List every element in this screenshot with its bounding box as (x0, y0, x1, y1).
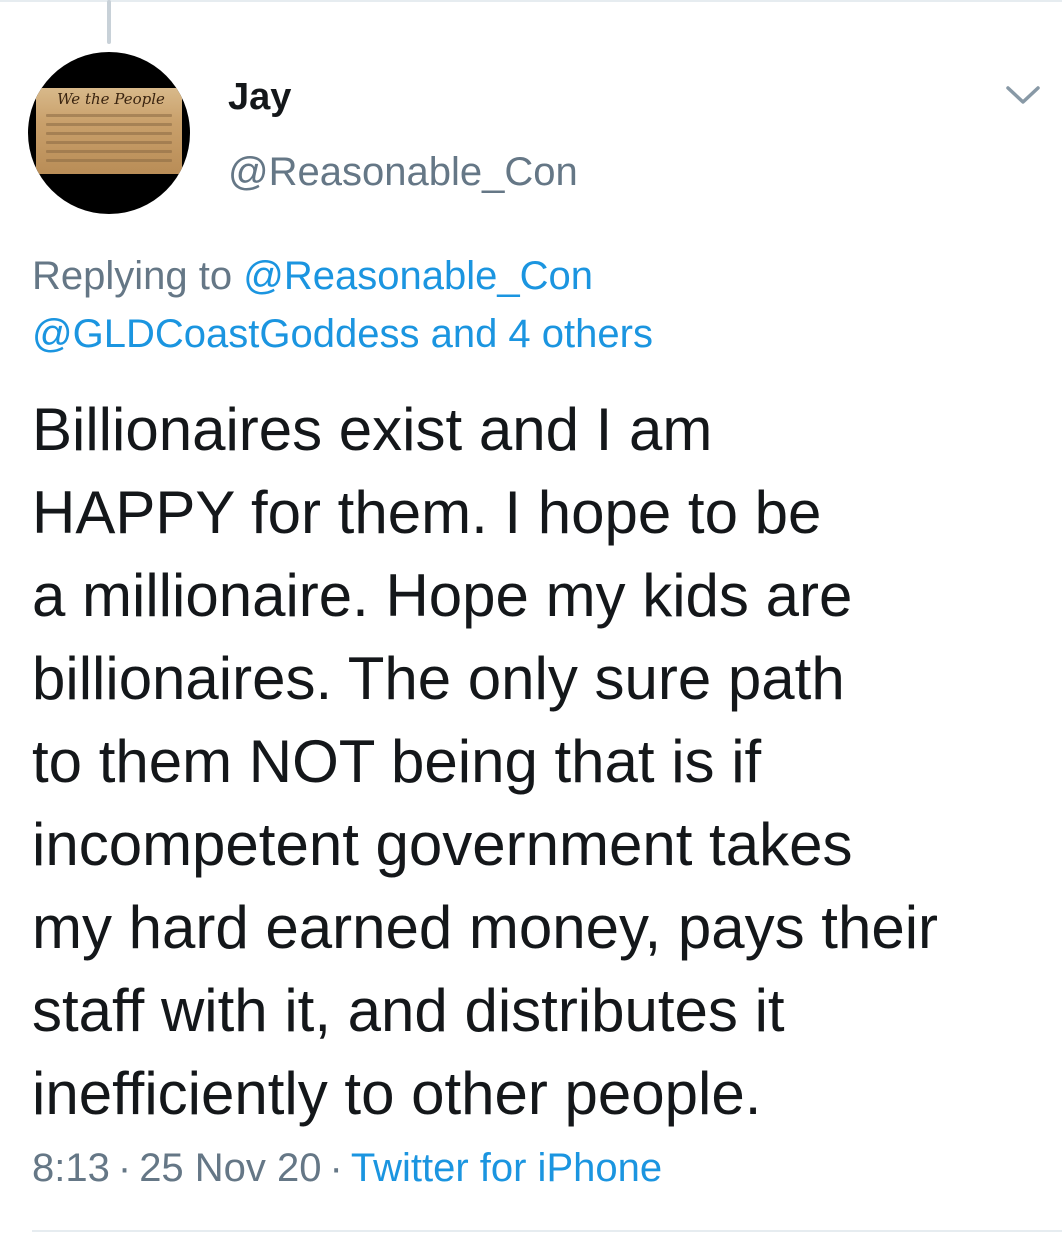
tweet-time[interactable]: 8:13 (32, 1146, 110, 1190)
replying-to-label: Replying to (32, 254, 233, 298)
avatar-script-text: We the People (57, 90, 165, 108)
tweet-text-line: Billionaires exist and I am (32, 396, 713, 463)
avatar-image: We the People (36, 88, 182, 174)
meta-separator: · (329, 1146, 343, 1190)
tweet-text-line: a millionaire. Hope my kids are (32, 562, 853, 629)
replying-to-others-line: @GLDCoastGoddess and 4 others (32, 312, 653, 357)
tweet-text: Billionaires exist and I am HAPPY for th… (32, 388, 1032, 1135)
tweet-text-line: inefficiently to other people. (32, 1060, 762, 1127)
replying-to-second-handle-link[interactable]: @GLDCoastGoddess (32, 312, 419, 356)
tweet-text-line: my hard earned money, pays their (32, 894, 939, 961)
avatar[interactable]: We the People (28, 52, 190, 214)
tweet-source-link[interactable]: Twitter for iPhone (351, 1146, 662, 1190)
top-divider (0, 0, 1062, 2)
author-handle[interactable]: @Reasonable_Con (228, 150, 578, 195)
tweet-text-line: HAPPY for them. I hope to be (32, 479, 822, 546)
tweet-date[interactable]: 25 Nov 20 (139, 1146, 321, 1190)
tweet-text-line: billionaires. The only sure path (32, 645, 845, 712)
thread-connector-line (107, 0, 111, 44)
replying-to-handle-link[interactable]: @Reasonable_Con (243, 254, 593, 298)
tweet-text-line: staff with it, and distributes it (32, 977, 785, 1044)
bottom-divider (32, 1230, 1062, 1232)
tweet-meta: 8:13 · 25 Nov 20 · Twitter for iPhone (32, 1146, 662, 1191)
meta-separator: · (117, 1146, 132, 1190)
chevron-down-icon[interactable] (1004, 80, 1042, 110)
tweet-text-line: incompetent government takes (32, 811, 853, 878)
replying-to-line: Replying to @Reasonable_Con (32, 254, 593, 299)
replying-to-others-link[interactable]: and 4 others (431, 312, 653, 356)
avatar-document-lines (46, 114, 172, 168)
tweet-text-line: to them NOT being that is if (32, 728, 762, 795)
author-name[interactable]: Jay (228, 76, 291, 119)
